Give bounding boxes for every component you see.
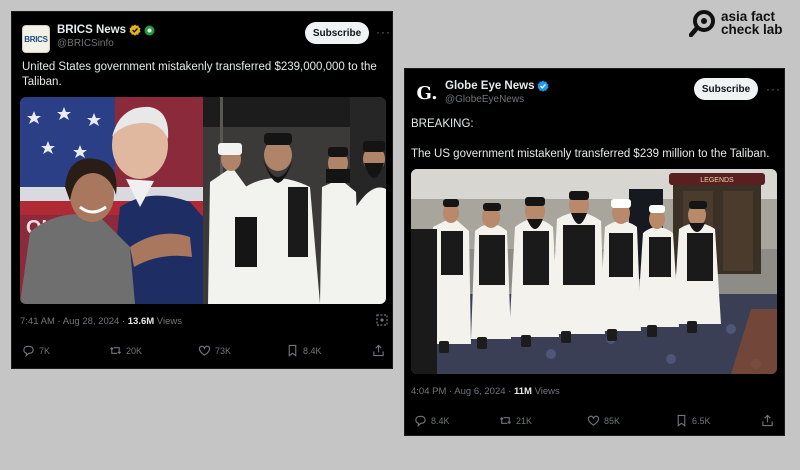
bookmark-button[interactable]: 6.5K bbox=[675, 414, 711, 427]
like-button[interactable]: 85K bbox=[587, 414, 620, 427]
reply-button[interactable]: 7K bbox=[22, 344, 50, 357]
timestamp[interactable]: 7:41 AM · Aug 28, 2024 · bbox=[20, 316, 128, 327]
like-button[interactable]: 73K bbox=[198, 344, 231, 357]
post-card-brics[interactable]: BRICS BRICS News @BRICSinfo Subscribe ··… bbox=[11, 11, 393, 369]
post-card-globe-eye[interactable]: G. Globe Eye News @GlobeEyeNews Subscrib… bbox=[404, 68, 785, 436]
views-count: 11M bbox=[513, 386, 532, 397]
action-bar: 8.4K 21K 85K 6.5K bbox=[405, 414, 784, 434]
like-count: 73K bbox=[215, 345, 232, 356]
heart-icon bbox=[587, 415, 600, 426]
subscribe-button[interactable]: Subscribe bbox=[694, 78, 758, 100]
repost-button[interactable]: 21K bbox=[499, 414, 532, 427]
post-media-photo[interactable]: LEGENDS bbox=[411, 169, 777, 374]
avatar[interactable]: BRICS bbox=[22, 25, 50, 53]
tweet-text-headline: BREAKING: bbox=[411, 118, 474, 130]
action-bar: 7K 20K 73K 8.4K bbox=[12, 344, 392, 364]
grok-icon[interactable] bbox=[376, 314, 388, 329]
affiliate-badge-icon bbox=[144, 25, 155, 35]
views-label: Views bbox=[154, 316, 182, 327]
avatar[interactable]: G. bbox=[413, 79, 441, 107]
reply-count: 7K bbox=[39, 345, 51, 356]
post-photo: LEGENDS bbox=[411, 169, 777, 374]
reply-icon bbox=[23, 345, 34, 357]
post-media-collage[interactable]: OLE bbox=[20, 97, 386, 304]
logo-line-2: check lab bbox=[721, 22, 783, 37]
verified-gold-badge-icon bbox=[129, 24, 141, 36]
views-count: 13.6M bbox=[127, 316, 155, 327]
heart-icon bbox=[198, 345, 211, 356]
share-icon bbox=[373, 344, 384, 357]
share-icon bbox=[762, 414, 773, 427]
bookmark-icon bbox=[288, 344, 297, 357]
bookmark-count: 8.4K bbox=[303, 345, 322, 356]
reply-count: 8.4K bbox=[431, 415, 450, 426]
author-row: Globe Eye News bbox=[445, 80, 549, 92]
post-metadata: 4:04 PM · Aug 6, 2024 · 11M Views bbox=[411, 386, 560, 397]
handle[interactable]: @GlobeEyeNews bbox=[445, 94, 524, 105]
verified-blue-badge-icon bbox=[537, 80, 549, 92]
author-row: BRICS News bbox=[57, 24, 155, 36]
reply-icon bbox=[415, 415, 426, 427]
asia-fact-check-lab-logo: asia fact check lab bbox=[689, 9, 783, 37]
repost-count: 20K bbox=[126, 345, 143, 356]
handle[interactable]: @BRICSinfo bbox=[57, 38, 114, 49]
display-name[interactable]: BRICS News bbox=[57, 24, 126, 36]
repost-button[interactable]: 20K bbox=[109, 344, 142, 357]
views-label: Views bbox=[531, 386, 560, 397]
repost-icon bbox=[109, 346, 122, 355]
timestamp[interactable]: 4:04 PM · Aug 6, 2024 · bbox=[411, 386, 514, 397]
reply-button[interactable]: 8.4K bbox=[414, 414, 450, 427]
post-photo: OLE bbox=[20, 97, 386, 304]
logo-text: asia fact check lab bbox=[721, 10, 783, 37]
magnifier-logo-icon bbox=[689, 10, 715, 37]
post-metadata: 7:41 AM · Aug 28, 2024 · 13.6M Views bbox=[20, 316, 182, 327]
tweet-text-body: The US government mistakenly transferred… bbox=[411, 148, 770, 160]
repost-icon bbox=[499, 416, 512, 425]
share-button[interactable] bbox=[372, 344, 385, 357]
more-options-icon[interactable]: ··· bbox=[376, 26, 391, 38]
bookmark-icon bbox=[677, 414, 686, 427]
like-count: 85K bbox=[604, 415, 621, 426]
bookmark-count: 6.5K bbox=[692, 415, 711, 426]
repost-count: 21K bbox=[516, 415, 533, 426]
legends-sign: LEGENDS bbox=[700, 177, 734, 184]
more-options-icon[interactable]: ··· bbox=[766, 83, 781, 95]
tweet-text: United States government mistakenly tran… bbox=[22, 61, 377, 88]
share-button[interactable] bbox=[761, 414, 774, 427]
bookmark-button[interactable]: 8.4K bbox=[286, 344, 322, 357]
display-name[interactable]: Globe Eye News bbox=[445, 80, 534, 92]
subscribe-button[interactable]: Subscribe bbox=[305, 22, 369, 44]
